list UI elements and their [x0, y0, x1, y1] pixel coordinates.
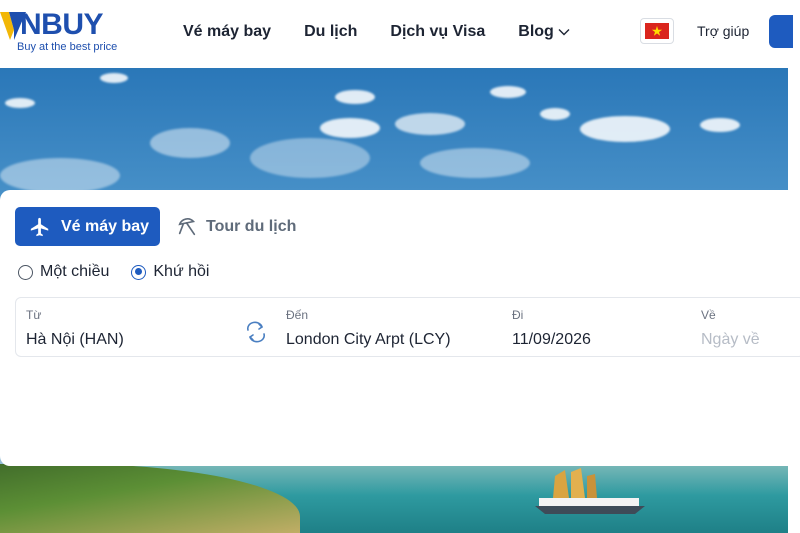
nav-flights[interactable]: Vé máy bay	[183, 23, 271, 41]
radio-one-way[interactable]: Một chiều	[18, 263, 109, 281]
chevron-down-icon	[558, 23, 570, 41]
airplane-icon	[29, 216, 51, 238]
from-field-label: Từ	[26, 308, 42, 322]
search-panel: Vé máy bay Tour du lịch Một chiều Khứ hồ…	[0, 190, 800, 466]
return-date-placeholder: Ngày về	[701, 331, 760, 348]
to-field-label: Đến	[286, 308, 309, 322]
tab-tours[interactable]: Tour du lịch	[176, 207, 296, 246]
header-action-button[interactable]	[769, 15, 793, 48]
tab-tours-label: Tour du lịch	[206, 217, 297, 235]
junk-boat-image	[535, 468, 645, 514]
radio-one-way-label: Một chiều	[40, 263, 110, 280]
trip-type-selector: Một chiều Khứ hồi	[18, 263, 231, 281]
nav-visa[interactable]: Dịch vụ Visa	[390, 23, 485, 41]
from-field[interactable]: Từ Hà Nội (HAN)	[16, 298, 276, 356]
help-link[interactable]: Trợ giúp	[697, 23, 749, 39]
flight-search-fields: Từ Hà Nội (HAN) Đến London City Arpt (LC…	[15, 297, 800, 357]
depart-date-value: 11/09/2026	[512, 331, 591, 348]
umbrella-icon	[176, 216, 198, 238]
radio-round-trip-label: Khứ hồi	[153, 263, 210, 280]
tab-flights[interactable]: Vé máy bay	[15, 207, 160, 246]
site-header: NBUY Buy at the best price Vé máy bay Du…	[0, 0, 800, 68]
main-nav: Vé máy bay Du lịch Dịch vụ Visa Blog	[183, 0, 603, 64]
to-field-value: London City Arpt (LCY)	[286, 331, 451, 348]
language-selector[interactable]	[640, 18, 674, 44]
radio-round-trip[interactable]: Khứ hồi	[131, 263, 209, 281]
site-logo[interactable]: NBUY Buy at the best price	[0, 8, 160, 56]
return-date-label: Về	[701, 308, 716, 322]
logo-tagline: Buy at the best price	[17, 41, 118, 53]
return-date-field[interactable]: Về Ngày về	[691, 298, 800, 356]
tab-flights-label: Vé máy bay	[61, 217, 150, 235]
from-field-value: Hà Nội (HAN)	[26, 331, 124, 348]
nav-travel[interactable]: Du lịch	[304, 23, 357, 41]
nav-blog[interactable]: Blog	[518, 23, 570, 41]
nav-blog-label: Blog	[518, 23, 554, 40]
to-field[interactable]: Đến London City Arpt (LCY)	[276, 298, 501, 356]
depart-date-label: Đi	[512, 308, 524, 322]
radio-round-trip-circle	[131, 264, 147, 280]
radio-one-way-circle	[18, 264, 33, 280]
depart-date-field[interactable]: Đi 11/09/2026	[502, 298, 692, 356]
swap-icon[interactable]	[244, 321, 268, 348]
vietnam-flag-icon	[645, 23, 669, 39]
logo-text: NBUY	[20, 8, 104, 41]
